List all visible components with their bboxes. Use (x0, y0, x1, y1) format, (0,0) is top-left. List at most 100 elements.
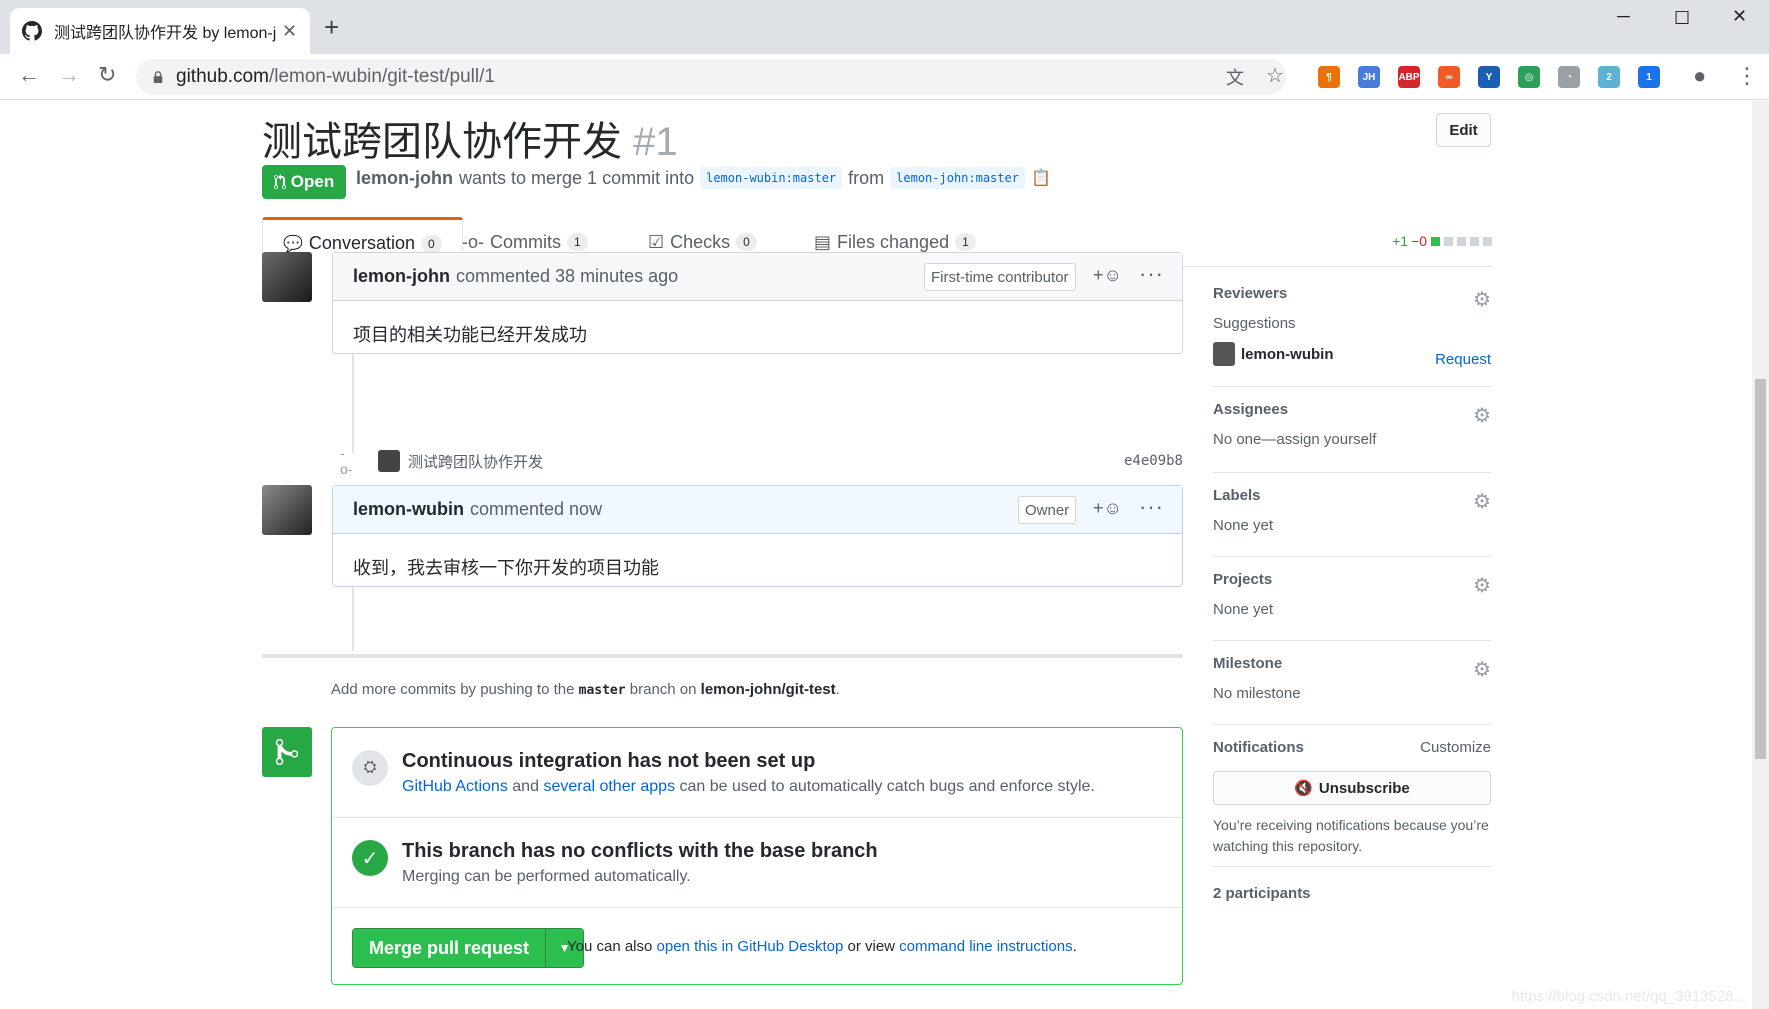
comment-body: 收到，我去审核一下你开发的项目功能 (353, 558, 659, 578)
browser-menu-icon[interactable]: ⋮ (1736, 63, 1758, 89)
badge-2-extension-icon[interactable]: 2 (1598, 66, 1620, 88)
badge-1-extension-icon[interactable]: 1 (1638, 66, 1660, 88)
translate-icon[interactable]: 文 (1226, 64, 1244, 90)
comment-body: 项目的相关功能已经开发成功 (353, 325, 587, 345)
close-window-icon[interactable]: ✕ (1732, 6, 1747, 27)
base-branch[interactable]: lemon-wubin:master (700, 167, 843, 189)
conflict-description: Merging can be performed automatically. (402, 868, 691, 885)
tab-close-icon[interactable]: ✕ (282, 21, 297, 42)
conflict-section: ✓ This branch has no conflicts with the … (332, 818, 1182, 908)
minimize-window-icon[interactable]: ─ (1617, 6, 1630, 27)
maximize-window-icon[interactable]: ☐ (1674, 8, 1690, 29)
gear-icon[interactable]: ⚙ (1473, 489, 1491, 514)
edit-title-button[interactable]: Edit (1436, 113, 1491, 147)
forward-arrow-icon[interactable]: → (58, 62, 80, 88)
milestone-heading[interactable]: Milestone (1213, 655, 1491, 675)
commit-sha-link[interactable]: e4e09b8 (1124, 453, 1183, 469)
labels-value: None yet (1213, 517, 1274, 534)
tab-label: Commits (490, 231, 561, 252)
scrollbar-thumb[interactable] (1755, 379, 1766, 759)
github-desktop-link[interactable]: open this in GitHub Desktop (657, 938, 844, 955)
jh-extension-icon[interactable]: JH (1358, 66, 1380, 88)
gear-icon[interactable]: ⚙ (1473, 403, 1491, 428)
commit-icon: -o- (340, 445, 356, 477)
reviewer-name[interactable]: lemon-wubin (1241, 346, 1334, 363)
projects-heading[interactable]: Projects (1213, 571, 1491, 591)
profile-avatar-icon[interactable]: ● (1693, 63, 1706, 89)
push-hint-repo: lemon-john/git-test (700, 681, 836, 698)
merge-pull-request-button[interactable]: Merge pull request (353, 929, 546, 967)
gauge-extension-icon[interactable]: ◔ (1558, 66, 1580, 88)
push-hint-prefix: Add more commits by pushing to the (331, 681, 575, 698)
notifications-section: Notifications Customize 🔇 Unsubscribe Yo… (1213, 725, 1491, 867)
push-hint-suffix: . (835, 681, 840, 698)
comment-timestamp[interactable]: commented now (470, 499, 602, 520)
avatar[interactable] (378, 450, 400, 472)
avatar[interactable] (262, 252, 312, 302)
file-diff-icon: ▤ (814, 231, 832, 252)
gear-icon[interactable]: ⚙ (1473, 287, 1491, 312)
head-branch[interactable]: lemon-john:master (890, 167, 1025, 189)
v-extension-icon[interactable]: Y (1478, 66, 1500, 88)
diffstat-removed: −0 (1411, 233, 1427, 249)
adblock-plus-icon[interactable]: ABP (1398, 66, 1420, 88)
back-arrow-icon[interactable]: ← (18, 62, 40, 88)
github-actions-link[interactable]: GitHub Actions (402, 778, 508, 795)
gear-icon[interactable]: ⚙ (1473, 657, 1491, 682)
participants-heading: 2 participants (1213, 885, 1311, 902)
comment-timestamp[interactable]: commented 38 minutes ago (456, 266, 678, 287)
merge-alternatives: You can also open this in GitHub Desktop… (567, 938, 1077, 955)
bookmark-star-icon[interactable]: ☆ (1266, 63, 1284, 88)
infinity-extension-icon[interactable]: ∞ (1438, 66, 1460, 88)
command-line-link[interactable]: command line instructions (899, 938, 1072, 955)
page-scrollbar[interactable] (1752, 101, 1769, 1009)
commit-icon: -o- (462, 231, 484, 252)
customize-link[interactable]: Customize (1420, 739, 1491, 756)
kebab-menu-icon[interactable]: ··· (1139, 494, 1164, 520)
tab-label: Checks (670, 231, 731, 252)
labels-section: Labels ⚙ None yet (1213, 473, 1491, 557)
browser-tab[interactable]: 测试跨团队协作开发 by lemon-j ✕ (10, 8, 310, 54)
request-review-link[interactable]: Request (1435, 351, 1491, 368)
new-tab-button[interactable]: + (324, 14, 339, 40)
from-text: from (848, 167, 885, 188)
reviewers-section: Reviewers ⚙ Suggestions lemon-wubin Requ… (1213, 271, 1491, 387)
checklist-icon: ☑ (648, 231, 665, 252)
pr-author-link[interactable]: lemon-john (356, 168, 453, 189)
tab-label: Files changed (837, 231, 950, 252)
commit-event: -o- 测试跨团队协作开发 e4e09b8 (340, 441, 1183, 481)
tab-label: Conversation (308, 233, 415, 253)
assignees-heading[interactable]: Assignees (1213, 401, 1491, 421)
address-bar[interactable]: github.com/lemon-wubin/git-test/pull/1 (136, 59, 1286, 95)
diffstat-block (1457, 236, 1466, 246)
gear-icon[interactable]: ⚙ (1473, 573, 1491, 598)
add-reaction-icon[interactable]: +☺ (1093, 265, 1122, 286)
tab-counter: 1 (567, 233, 588, 251)
unsubscribe-label: Unsubscribe (1318, 779, 1410, 797)
comment-card: lemon-wubin commented now Owner +☺ ··· 收… (332, 485, 1183, 587)
merge-alt-suffix: . (1072, 938, 1077, 955)
green-ring-extension-icon[interactable]: ◎ (1518, 66, 1540, 88)
comment-author-link[interactable]: lemon-wubin (353, 499, 464, 520)
comment-discussion-icon: 💬 (283, 235, 303, 253)
git-merge-icon (275, 738, 299, 766)
labels-heading[interactable]: Labels (1213, 487, 1491, 507)
assign-yourself-link[interactable]: No one—assign yourself (1213, 431, 1491, 448)
tab-title: 测试跨团队协作开发 by lemon-j (54, 25, 276, 42)
reload-icon[interactable]: ↻ (98, 62, 116, 88)
pilcrow-icon[interactable]: ¶ (1318, 66, 1340, 88)
comment-author-link[interactable]: lemon-john (353, 266, 450, 287)
avatar[interactable] (262, 485, 312, 535)
kebab-menu-icon[interactable]: ··· (1139, 261, 1164, 287)
notification-reason: You’re receiving notifications because y… (1213, 817, 1489, 854)
push-hint-branch: master (578, 683, 626, 698)
clipboard-icon[interactable]: 📋 (1031, 168, 1051, 188)
diffstat-block (1431, 236, 1440, 246)
lock-icon (153, 71, 163, 83)
reviewers-heading[interactable]: Reviewers (1213, 285, 1491, 305)
other-apps-link[interactable]: several other apps (543, 778, 675, 795)
add-reaction-icon[interactable]: +☺ (1093, 498, 1122, 519)
url-text: github.com/lemon-wubin/git-test/pull/1 (176, 66, 495, 87)
unsubscribe-button[interactable]: 🔇 Unsubscribe (1213, 771, 1491, 805)
commit-message-link[interactable]: 测试跨团队协作开发 (408, 451, 543, 472)
